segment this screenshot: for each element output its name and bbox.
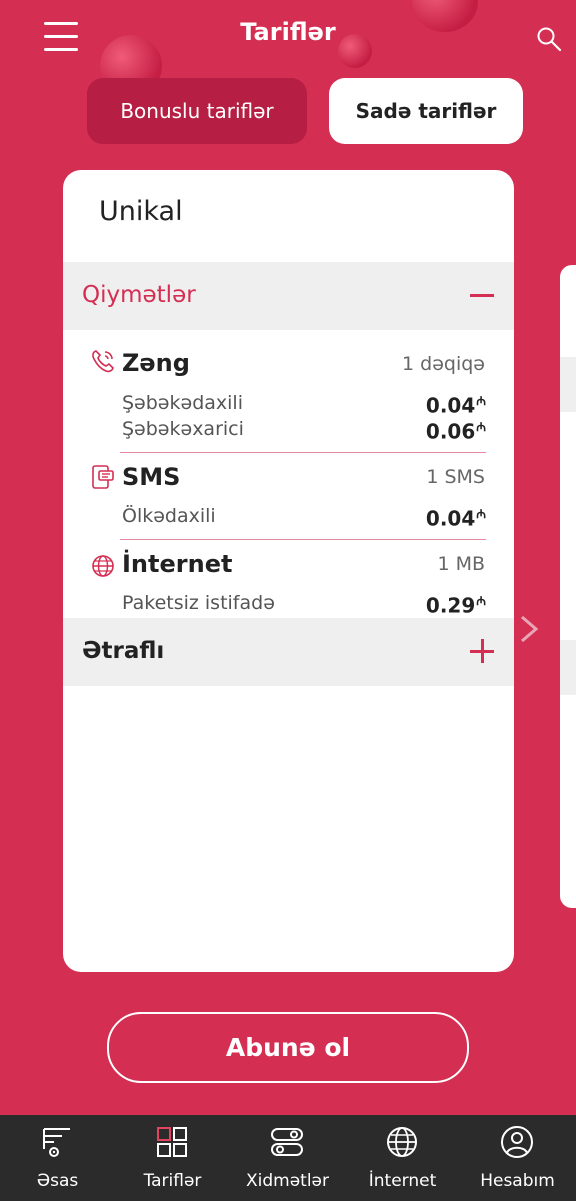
price-row-label: Ölkədaxili xyxy=(122,505,216,527)
top-bar: Tariflər xyxy=(0,0,576,70)
tariffs-grid-icon xyxy=(157,1127,187,1157)
group-unit-internet: 1 MB xyxy=(437,553,485,575)
collapse-minus-icon[interactable] xyxy=(470,294,494,297)
price-row-value: 0.29₼ xyxy=(425,593,486,618)
nav-item-internet[interactable]: İnternet xyxy=(345,1115,460,1201)
chevron-right-icon[interactable] xyxy=(518,615,540,643)
nav-label: Əsas xyxy=(36,1171,79,1191)
nav-item-tariffs[interactable]: Tariflər xyxy=(115,1115,230,1201)
toggles-icon xyxy=(271,1128,303,1156)
details-section-header[interactable]: Ətraflı xyxy=(63,618,514,686)
bottom-nav: Əsas Tariflər Xidmətlər İnternet Hesabım xyxy=(0,1115,576,1201)
price-row-value: 0.04₼ xyxy=(425,506,486,531)
tab-bonus-tariffs[interactable]: Bonuslu tariflər xyxy=(87,78,307,144)
price-row-label: Şəbəkəxarici xyxy=(122,418,244,440)
search-icon[interactable] xyxy=(536,26,562,52)
nav-item-services[interactable]: Xidmətlər xyxy=(230,1115,345,1201)
group-unit-sms: 1 SMS xyxy=(426,466,485,488)
nav-item-account[interactable]: Hesabım xyxy=(460,1115,575,1201)
globe-icon xyxy=(92,555,114,577)
nav-label: Hesabım xyxy=(480,1171,555,1191)
expand-plus-icon[interactable] xyxy=(470,639,494,663)
prices-header-label: Qiymətlər xyxy=(82,282,196,308)
sms-icon xyxy=(92,465,114,489)
page-title: Tariflər xyxy=(240,18,336,46)
next-tariff-card[interactable] xyxy=(560,265,576,908)
group-unit-call: 1 dəqiqə xyxy=(402,353,485,375)
price-row-value: 0.06₼ xyxy=(425,419,486,444)
tab-simple-tariffs[interactable]: Sadə tariflər xyxy=(329,78,523,144)
prices-section-header[interactable]: Qiymətlər xyxy=(63,262,514,330)
currency-symbol: ₼ xyxy=(476,420,486,434)
user-icon xyxy=(501,1126,533,1158)
currency-symbol: ₼ xyxy=(476,394,486,408)
nav-label: İnternet xyxy=(368,1171,437,1191)
nav-label: Xidmətlər xyxy=(245,1171,330,1191)
details-header-label: Ətraflı xyxy=(82,638,165,664)
price-row-value: 0.04₼ xyxy=(425,393,486,418)
divider xyxy=(120,452,486,453)
group-name-call: Zəng xyxy=(122,349,190,377)
tariff-name: Unikal xyxy=(99,196,183,227)
phone-icon xyxy=(92,350,114,373)
globe-icon xyxy=(387,1127,417,1157)
nav-item-home[interactable]: Əsas xyxy=(0,1115,115,1201)
price-row-label: Paketsiz istifadə xyxy=(122,592,275,614)
currency-symbol: ₼ xyxy=(476,507,486,521)
tariff-card: Unikal Qiymətlər Zəng 1 dəqiqə Şəbəkədax… xyxy=(63,170,514,972)
price-row-label: Şəbəkədaxili xyxy=(122,392,243,414)
divider xyxy=(120,539,486,540)
subscribe-button[interactable]: Abunə ol xyxy=(107,1012,469,1083)
group-name-sms: SMS xyxy=(122,463,181,491)
group-name-internet: İnternet xyxy=(122,550,233,578)
nav-label: Tariflər xyxy=(143,1171,202,1191)
home-settings-icon xyxy=(43,1128,70,1157)
currency-symbol: ₼ xyxy=(476,594,486,608)
